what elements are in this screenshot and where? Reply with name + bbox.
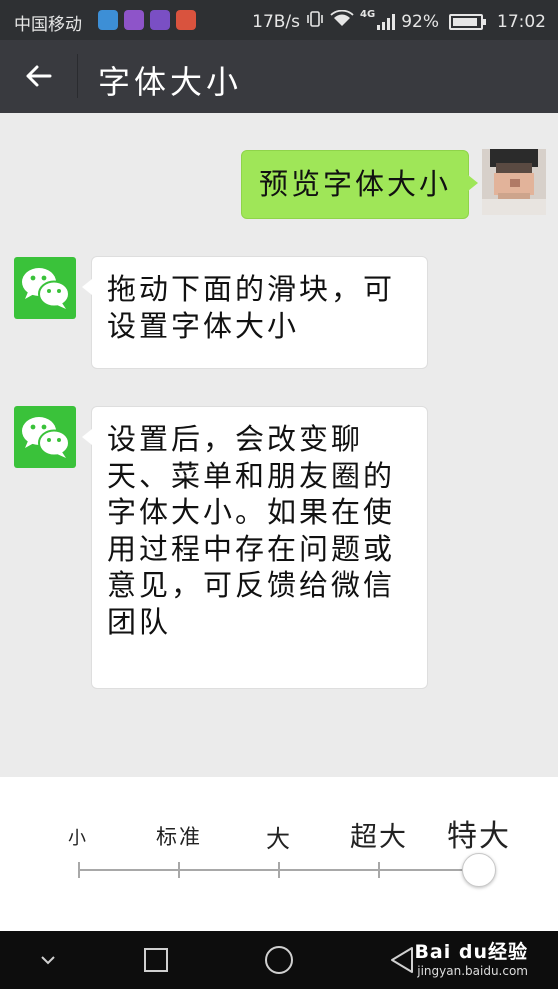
net-speed: 17B/s	[252, 11, 301, 32]
size-option-huge[interactable]: 特大	[447, 811, 511, 855]
tool-app-icon	[176, 10, 196, 30]
home-button[interactable]	[257, 931, 301, 989]
notification-icons	[98, 10, 196, 30]
collapse-button[interactable]	[28, 931, 68, 989]
wechat-logo-icon	[22, 417, 70, 458]
preview-message-bubble: 预览字体大小	[241, 150, 478, 219]
keyboard-app-icon	[150, 10, 170, 30]
title-bar: 字体大小	[0, 40, 558, 113]
wechat-logo-icon	[22, 268, 70, 309]
carrier-name: 中国移动	[14, 15, 82, 35]
recent-apps-button[interactable]	[134, 931, 178, 989]
battery-percent: 92%	[401, 11, 439, 32]
message-text: 设置后，会改变聊天、菜单和朋友圈的字体大小。如果在使用过程中存在问题或意见，可反…	[107, 422, 396, 639]
clock: 17:02	[497, 11, 546, 32]
navigation-bar: Bai du经验 jingyan.baidu.com	[0, 931, 558, 989]
font-size-panel: 小 标准 大 超大 特大	[0, 777, 558, 931]
triangle-back-icon	[391, 947, 413, 973]
watermark-url: jingyan.baidu.com	[417, 964, 528, 978]
gallery-app-icon	[124, 10, 144, 30]
battery-icon	[449, 13, 486, 30]
preview-message-text: 预览字体大小	[259, 167, 452, 201]
status-bar: 中国移动 17B/s 4G 92% 17:02	[0, 0, 558, 40]
baidu-watermark: Bai du经验 jingyan.baidu.com	[414, 937, 528, 978]
size-option-small[interactable]: 小	[68, 824, 88, 850]
slider-tick	[78, 862, 80, 878]
message-bubble: 拖动下面的滑块，可设置字体大小	[82, 256, 428, 369]
page-title: 字体大小	[98, 63, 243, 101]
wechat-avatar	[14, 257, 76, 319]
size-option-large[interactable]: 大	[266, 819, 292, 854]
wifi-icon	[330, 9, 354, 33]
watermark-brand: Bai du经验	[414, 941, 528, 963]
chat-preview-area: 预览字体大小 拖动下面的滑块，可设置字体大小 设置后，会改变聊天、菜单和朋友圈的…	[0, 113, 558, 777]
circle-icon	[265, 946, 293, 974]
weather-app-icon	[98, 10, 118, 30]
title-divider	[77, 54, 78, 98]
signal-icon	[377, 13, 396, 30]
wechat-avatar	[14, 406, 76, 468]
message-text: 拖动下面的滑块，可设置字体大小	[107, 272, 396, 343]
back-arrow-icon	[26, 65, 52, 87]
user-avatar	[482, 149, 546, 215]
size-option-standard[interactable]: 标准	[156, 821, 202, 851]
square-icon	[144, 948, 168, 972]
network-type: 4G	[360, 9, 376, 20]
slider-tick	[278, 862, 280, 878]
status-right: 17B/s 4G 92% 17:02	[252, 9, 546, 33]
slider-tick	[178, 862, 180, 878]
slider-tick	[378, 862, 380, 878]
slider-thumb[interactable]	[462, 853, 496, 887]
chevron-down-icon	[41, 956, 55, 965]
message-bubble: 设置后，会改变聊天、菜单和朋友圈的字体大小。如果在使用过程中存在问题或意见，可反…	[82, 406, 428, 689]
vibrate-icon	[306, 10, 324, 33]
size-option-extra-large[interactable]: 超大	[350, 815, 408, 854]
back-button[interactable]	[18, 58, 58, 94]
